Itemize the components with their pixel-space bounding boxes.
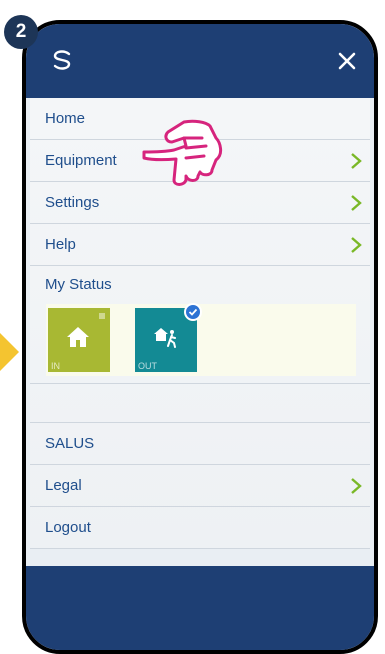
chevron-right-icon <box>351 478 362 494</box>
chevron-right-icon <box>351 153 362 169</box>
menu-divider <box>30 384 370 423</box>
menu-item-label: Logout <box>45 519 91 536</box>
app-header <box>26 24 374 98</box>
tile-label: IN <box>51 361 60 371</box>
close-icon[interactable] <box>336 50 358 72</box>
menu-item-settings[interactable]: Settings <box>30 182 370 224</box>
tile-indicator <box>99 313 105 319</box>
menu-item-label: Help <box>45 236 76 253</box>
menu-item-label: Home <box>45 110 86 127</box>
menu-item-help[interactable]: Help <box>30 224 370 266</box>
menu-item-legal[interactable]: Legal <box>30 465 370 507</box>
pointing-hand-icon <box>142 119 223 186</box>
chevron-right-icon <box>351 237 362 253</box>
status-tile-in[interactable]: IN <box>48 308 110 372</box>
bottom-bar <box>26 566 374 650</box>
chevron-right-icon <box>351 195 362 211</box>
step-number-badge: 2 <box>4 15 38 49</box>
status-tile-out[interactable]: OUT <box>135 303 202 372</box>
pointer-arrow <box>0 333 19 371</box>
selected-check-icon <box>184 303 202 321</box>
my-status-label: My Status <box>45 276 112 293</box>
menu-item-salus[interactable]: SALUS <box>30 423 370 465</box>
menu-item-label: Legal <box>45 477 82 494</box>
leaving-person-icon <box>154 328 176 348</box>
menu-item-label: Settings <box>45 194 100 211</box>
home-icon <box>67 327 89 347</box>
menu-item-label: SALUS <box>45 435 95 452</box>
my-status-section: My Status IN OUT <box>30 266 370 384</box>
salus-logo-icon <box>53 50 71 70</box>
menu-item-label: Equipment <box>45 152 117 169</box>
tile-label: OUT <box>138 361 157 371</box>
menu-item-logout[interactable]: Logout <box>30 507 370 549</box>
